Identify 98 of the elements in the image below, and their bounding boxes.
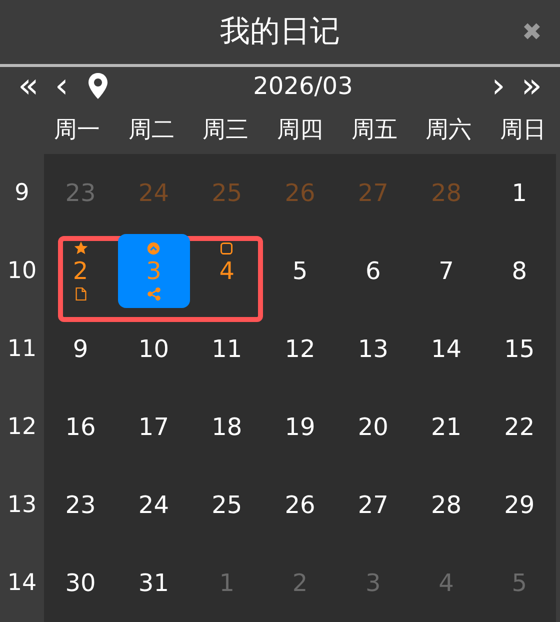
day-cell[interactable]: 11 — [190, 312, 263, 386]
day-cell[interactable]: 23 — [44, 468, 117, 542]
day-number: 13 — [358, 334, 388, 364]
day-cell[interactable]: 25 — [190, 468, 263, 542]
day-cell[interactable]: 18 — [190, 390, 263, 464]
day-number: 12 — [284, 334, 316, 364]
next-year-button[interactable]: » — [513, 69, 550, 104]
day-cell[interactable]: 12 — [264, 312, 336, 386]
day-number: 3 — [365, 568, 381, 598]
star-icon — [74, 241, 88, 255]
day-number: 17 — [138, 412, 169, 442]
day-cell[interactable]: 14 — [410, 312, 482, 386]
week-number: 10 — [7, 258, 37, 284]
day-number: 4 — [438, 568, 454, 598]
day-cell[interactable]: 10 — [118, 312, 190, 386]
day-cell[interactable]: 16 — [44, 390, 117, 464]
previous-year-button[interactable]: « — [10, 69, 47, 104]
day-number: 18 — [212, 412, 242, 442]
month-label: 2026/03 — [252, 72, 354, 100]
day-cell[interactable]: 17 — [118, 390, 190, 464]
day-number: 26 — [284, 490, 316, 520]
day-number: 9 — [72, 334, 88, 364]
day-number: 7 — [438, 256, 454, 286]
day-number: 15 — [504, 334, 535, 364]
day-cell[interactable]: 28 — [410, 468, 482, 542]
day-number: 27 — [358, 490, 388, 520]
day-number: 2 — [72, 256, 88, 286]
day-number: 1 — [219, 568, 234, 598]
day-cell[interactable]: 2 — [44, 234, 117, 308]
day-number: 20 — [358, 412, 388, 442]
document-icon — [74, 287, 87, 301]
weekday-label: 周一 — [53, 116, 102, 146]
day-cell[interactable]: 20 — [337, 390, 410, 464]
day-number: 21 — [430, 412, 462, 442]
day-cell[interactable]: 22 — [483, 390, 556, 464]
day-cell[interactable]: 7 — [410, 234, 482, 308]
day-number: 16 — [65, 412, 96, 442]
day-number: 25 — [212, 178, 242, 208]
next-month-button[interactable]: › — [484, 69, 514, 104]
day-number: 31 — [138, 568, 169, 598]
weekday-label: 周二 — [127, 116, 176, 146]
day-cell[interactable]: 31 — [118, 546, 190, 620]
day-cell[interactable]: 5 — [264, 234, 336, 308]
day-cell[interactable]: 1 — [483, 156, 556, 230]
day-number: 25 — [212, 490, 242, 520]
day-number: 22 — [504, 412, 535, 442]
day-cell[interactable]: 24 — [118, 468, 190, 542]
day-cell[interactable]: 29 — [483, 468, 556, 542]
day-cell[interactable]: 15 — [483, 312, 556, 386]
weekday-label: 周日 — [498, 116, 547, 146]
day-cell[interactable]: 8 — [483, 234, 556, 308]
day-number: 28 — [430, 490, 462, 520]
day-number: 24 — [138, 178, 169, 208]
day-number: 27 — [358, 178, 388, 208]
week-number: 9 — [14, 180, 30, 206]
weekday-label: 周三 — [202, 116, 250, 146]
day-number: 6 — [365, 256, 381, 286]
week-number: 14 — [7, 570, 37, 596]
day-number: 2 — [292, 568, 308, 598]
week-number: 12 — [7, 414, 37, 440]
day-cell[interactable]: 27 — [337, 468, 410, 542]
day-cell[interactable]: 13 — [337, 312, 410, 386]
day-number: 23 — [65, 178, 96, 208]
week-number: 13 — [7, 492, 37, 518]
day-number: 11 — [212, 334, 242, 364]
day-cell[interactable]: 26 — [264, 468, 336, 542]
day-cell[interactable]: 30 — [44, 546, 117, 620]
day-cell[interactable]: 9 — [44, 312, 117, 386]
day-number: 26 — [284, 178, 316, 208]
share-icon — [146, 287, 161, 301]
close-button[interactable]: ✖ — [522, 18, 542, 46]
day-number: 23 — [65, 490, 96, 520]
square-icon — [220, 242, 234, 254]
window-title: 我的日记 — [220, 13, 340, 52]
day-number: 10 — [138, 334, 169, 364]
day-number: 5 — [512, 568, 528, 598]
day-cell[interactable]: 19 — [264, 390, 336, 464]
day-number: 24 — [138, 490, 169, 520]
day-cell[interactable]: 21 — [410, 390, 482, 464]
day-number: 28 — [430, 178, 462, 208]
day-number: 3 — [146, 256, 162, 286]
location-pin-icon[interactable] — [88, 73, 108, 100]
day-number: 19 — [284, 412, 316, 442]
week-number: 11 — [7, 336, 37, 362]
weekday-label: 周四 — [276, 116, 324, 146]
weekday-label: 周五 — [350, 116, 398, 146]
day-number: 14 — [430, 334, 462, 364]
weekday-label: 周六 — [424, 116, 473, 146]
day-cell[interactable]: 4 — [190, 234, 263, 308]
day-number: 29 — [504, 490, 535, 520]
day-cell[interactable]: 6 — [337, 234, 410, 308]
chevron-up-icon — [147, 242, 160, 254]
day-number: 1 — [512, 178, 528, 208]
day-number: 5 — [292, 256, 308, 286]
day-number: 8 — [512, 256, 528, 286]
day-number: 30 — [65, 568, 96, 598]
day-number: 4 — [219, 256, 234, 286]
previous-month-button[interactable]: ‹ — [46, 69, 76, 104]
